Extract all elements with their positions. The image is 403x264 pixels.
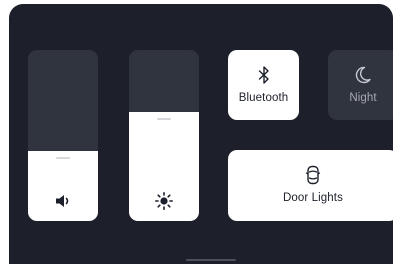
night-mode-toggle[interactable]: Night bbox=[328, 50, 393, 120]
volume-slider-handle[interactable] bbox=[56, 157, 70, 159]
home-indicator[interactable] bbox=[186, 259, 236, 261]
bluetooth-label: Bluetooth bbox=[238, 92, 289, 104]
door-lights-label: Door Lights bbox=[283, 192, 343, 204]
bluetooth-icon bbox=[258, 66, 269, 84]
volume-slider[interactable] bbox=[28, 50, 98, 221]
sun-icon bbox=[154, 191, 174, 211]
bluetooth-toggle[interactable]: Bluetooth bbox=[228, 50, 299, 120]
brightness-slider-handle[interactable] bbox=[157, 118, 171, 120]
moon-icon bbox=[355, 66, 371, 84]
speaker-icon bbox=[56, 195, 69, 207]
brightness-slider[interactable] bbox=[129, 50, 199, 221]
night-label: Night bbox=[349, 92, 377, 104]
door-lights-toggle[interactable]: Door Lights bbox=[228, 150, 393, 221]
control-center-panel: Bluetooth Night Door Lights bbox=[9, 4, 393, 264]
car-door-icon bbox=[305, 165, 321, 185]
